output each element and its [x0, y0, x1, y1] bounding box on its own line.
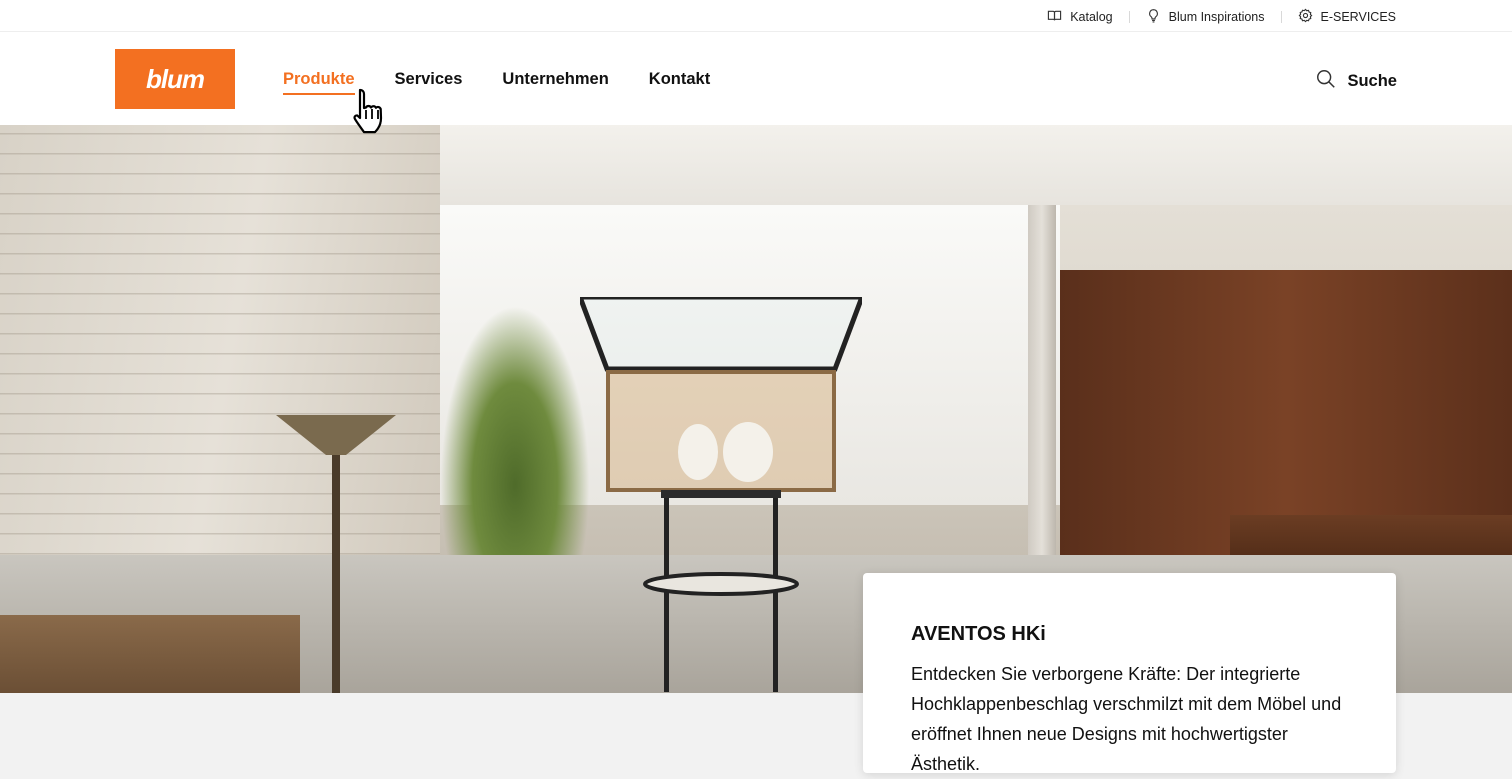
search-button[interactable]: Suche: [1315, 68, 1397, 95]
search-icon: [1315, 68, 1337, 95]
hand-pointer-cursor-icon: [348, 86, 404, 140]
katalog-link[interactable]: Katalog: [1047, 8, 1113, 26]
aventos-showcase: [580, 297, 862, 692]
utility-links: Katalog Blum Inspirations E-SERVICES: [1047, 8, 1396, 26]
nav-item-kontakt[interactable]: Kontakt: [649, 70, 710, 95]
gear-icon: [1298, 8, 1313, 26]
blum-inspirations-link[interactable]: Blum Inspirations: [1146, 8, 1265, 26]
logo-text: blum: [145, 63, 205, 94]
nav-item-unternehmen[interactable]: Unternehmen: [502, 70, 608, 95]
search-label: Suche: [1347, 72, 1397, 90]
hero-teaser-card[interactable]: AVENTOS HKi Entdecken Sie verborgene Krä…: [863, 573, 1396, 774]
blum-inspirations-label: Blum Inspirations: [1168, 10, 1265, 24]
katalog-label: Katalog: [1070, 10, 1113, 24]
book-icon: [1047, 8, 1062, 26]
card-description: Entdecken Sie verborgene Kräfte: Der int…: [911, 664, 1342, 774]
blum-logo[interactable]: blum: [115, 49, 235, 109]
pillar: [1028, 205, 1056, 595]
utility-bar: Katalog Blum Inspirations E-SERVICES: [0, 0, 1512, 32]
nav-item-produkte[interactable]: Produkte: [283, 70, 355, 95]
main-header: blum Produkte Services Unternehmen Konta…: [0, 32, 1512, 125]
e-services-link[interactable]: E-SERVICES: [1298, 8, 1397, 26]
ceiling: [440, 125, 1512, 205]
divider: [1128, 11, 1130, 23]
sideboard: [0, 615, 300, 693]
e-services-label: E-SERVICES: [1320, 10, 1397, 24]
lightbulb-icon: [1146, 8, 1161, 26]
card-title: AVENTOS HKi: [911, 623, 1046, 645]
floor-lamp: [276, 415, 396, 693]
divider: [1280, 11, 1282, 23]
nav-item-services[interactable]: Services: [395, 70, 463, 95]
